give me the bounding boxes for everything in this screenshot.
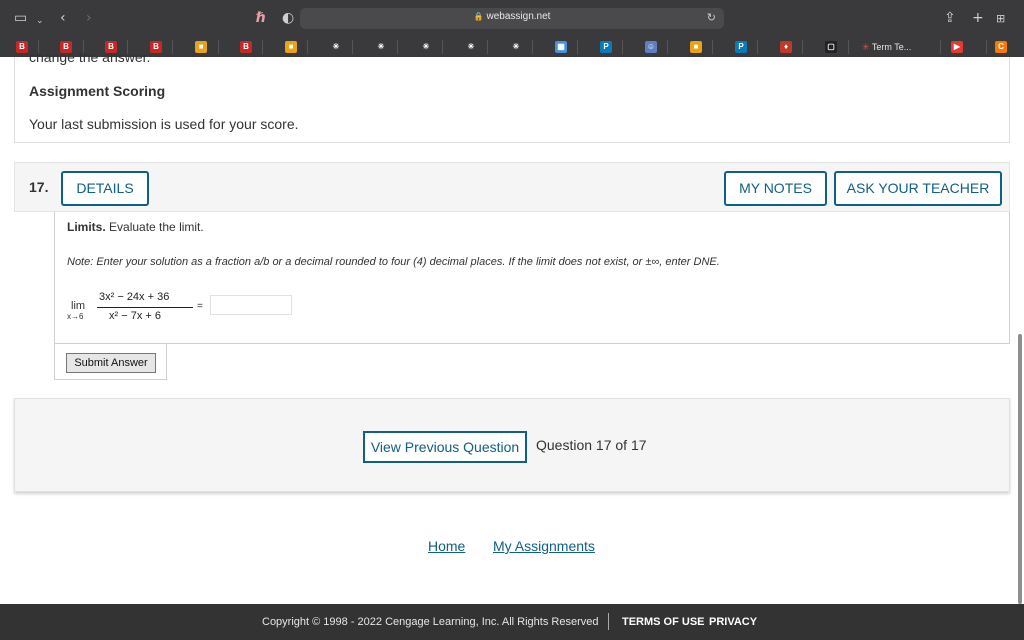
youtube-icon[interactable]: ▶ — [951, 41, 963, 53]
favorites-separator — [442, 40, 443, 54]
c-app-icon[interactable]: C — [995, 41, 1007, 53]
tab-overview-icon[interactable]: ⊞ — [996, 10, 1005, 28]
cutoff-text: change the answer. — [29, 49, 151, 65]
spinner-icon[interactable]: ✳ — [465, 41, 477, 53]
favorites-separator — [848, 40, 849, 54]
submit-area: Submit Answer — [54, 344, 167, 380]
favorites-separator — [802, 40, 803, 54]
new-tab-icon[interactable]: + — [972, 9, 984, 27]
spinner-icon[interactable]: ✳ — [330, 41, 342, 53]
pearson-icon[interactable]: P — [600, 41, 612, 53]
ask-your-teacher-button[interactable]: ASK YOUR TEACHER — [834, 171, 1002, 206]
question-prompt: Evaluate the limit. — [109, 220, 204, 234]
favorites-separator — [352, 40, 353, 54]
question-topic: Limits. — [67, 220, 106, 234]
footer-divider — [608, 613, 609, 630]
terms-of-use-link[interactable]: TERMS OF USE — [622, 616, 705, 628]
favorites-separator — [262, 40, 263, 54]
favorite-tab-label: Term Te... — [871, 42, 912, 52]
details-button[interactable]: DETAILS — [61, 171, 149, 206]
sidebar-toggle-icon[interactable]: ▭ — [14, 9, 27, 27]
assignment-scoring-text: Your last submission is used for your sc… — [29, 116, 299, 132]
forward-icon[interactable]: › — [86, 9, 92, 27]
favorites-separator — [622, 40, 623, 54]
favorites-separator — [577, 40, 578, 54]
page-footer: Copyright © 1998 - 2022 Cengage Learning… — [0, 604, 1024, 640]
chevron-down-icon[interactable]: ⌄ — [36, 12, 44, 30]
spinner-icon[interactable]: ✳ — [510, 41, 522, 53]
address-bar[interactable]: 🔒 webassign.net ↻ — [300, 8, 724, 29]
favorites-separator — [712, 40, 713, 54]
fraction-numerator: 3x² − 24x + 36 — [99, 291, 170, 303]
browser-toolbar: ▭ ⌄ ‹ › ℏ ◐ ▤ 🔒webassign.net ↻ ⇪ + ⊞ — [0, 0, 1024, 36]
question-heading: Limits. Evaluate the limit. — [67, 220, 204, 234]
fire-icon[interactable]: ♦ — [780, 41, 792, 53]
fraction-bar — [97, 307, 193, 308]
scrollbar[interactable] — [1018, 334, 1022, 604]
grid-icon[interactable]: ▦ — [555, 41, 567, 53]
mascot-icon[interactable]: ☺ — [645, 41, 657, 53]
reload-icon[interactable]: ↻ — [707, 11, 716, 24]
shield-icon[interactable]: ◐ — [282, 9, 294, 27]
copyright-text: Copyright © 1998 - 2022 Cengage Learning… — [262, 616, 599, 628]
submit-answer-button[interactable]: Submit Answer — [66, 353, 156, 373]
view-previous-question-button[interactable]: View Previous Question — [363, 431, 527, 463]
question-body: Limits. Evaluate the limit. Note: Enter … — [54, 212, 1010, 344]
favorites-separator — [986, 40, 987, 54]
privacy-link[interactable]: PRIVACY — [709, 616, 757, 628]
extension-h-icon[interactable]: ℏ — [256, 9, 266, 27]
pearson-icon[interactable]: P — [735, 41, 747, 53]
spinner-icon[interactable]: ✳ — [375, 41, 387, 53]
limit-subscript: x→6 — [67, 312, 84, 321]
microsoft-icon[interactable]: ■ — [690, 41, 702, 53]
my-notes-button[interactable]: MY NOTES — [724, 171, 827, 206]
favorites-separator — [218, 40, 219, 54]
favorites-separator — [487, 40, 488, 54]
equals-sign: = — [197, 301, 203, 312]
share-icon[interactable]: ⇪ — [944, 9, 956, 27]
bookmark-b-icon[interactable]: B — [150, 41, 162, 53]
question-count: Question 17 of 17 — [536, 437, 647, 453]
question-note: Note: Enter your solution as a fraction … — [67, 256, 720, 268]
bookmark-b-icon[interactable]: B — [240, 41, 252, 53]
question-number: 17. — [29, 179, 49, 195]
assignment-scoring-panel: change the answer. Assignment Scoring Yo… — [14, 49, 1010, 143]
favorites-separator — [940, 40, 941, 54]
my-assignments-link[interactable]: My Assignments — [493, 538, 595, 554]
favorite-tab-term-test[interactable]: ✳ Term Te... — [862, 39, 932, 55]
url-text: 🔒 webassign.net — [300, 11, 724, 22]
favorites-separator — [307, 40, 308, 54]
home-link[interactable]: Home — [428, 538, 465, 554]
favorites-separator — [532, 40, 533, 54]
favorites-separator — [397, 40, 398, 54]
question-navigation: View Previous Question Question 17 of 17 — [14, 398, 1010, 492]
microsoft-icon[interactable]: ■ — [285, 41, 297, 53]
question-header: 17. DETAILS MY NOTES ASK YOUR TEACHER — [14, 162, 1010, 212]
url-value: webassign.net — [486, 11, 551, 22]
favorites-separator — [667, 40, 668, 54]
bookmark-b-icon[interactable]: B — [16, 41, 28, 53]
assignment-scoring-title: Assignment Scoring — [29, 83, 166, 99]
fraction-denominator: x² − 7x + 6 — [109, 310, 161, 322]
favorites-separator — [757, 40, 758, 54]
limit-operator: lim — [71, 300, 86, 312]
spinner-icon[interactable]: ✳ — [420, 41, 432, 53]
microsoft-icon[interactable]: ■ — [195, 41, 207, 53]
lock-icon: 🔒 — [473, 12, 484, 21]
favorites-separator — [172, 40, 173, 54]
square-icon[interactable]: ▢ — [825, 41, 837, 53]
answer-input[interactable] — [210, 295, 292, 315]
spinner-red-icon: ✳ — [862, 42, 870, 52]
back-icon[interactable]: ‹ — [60, 9, 66, 27]
